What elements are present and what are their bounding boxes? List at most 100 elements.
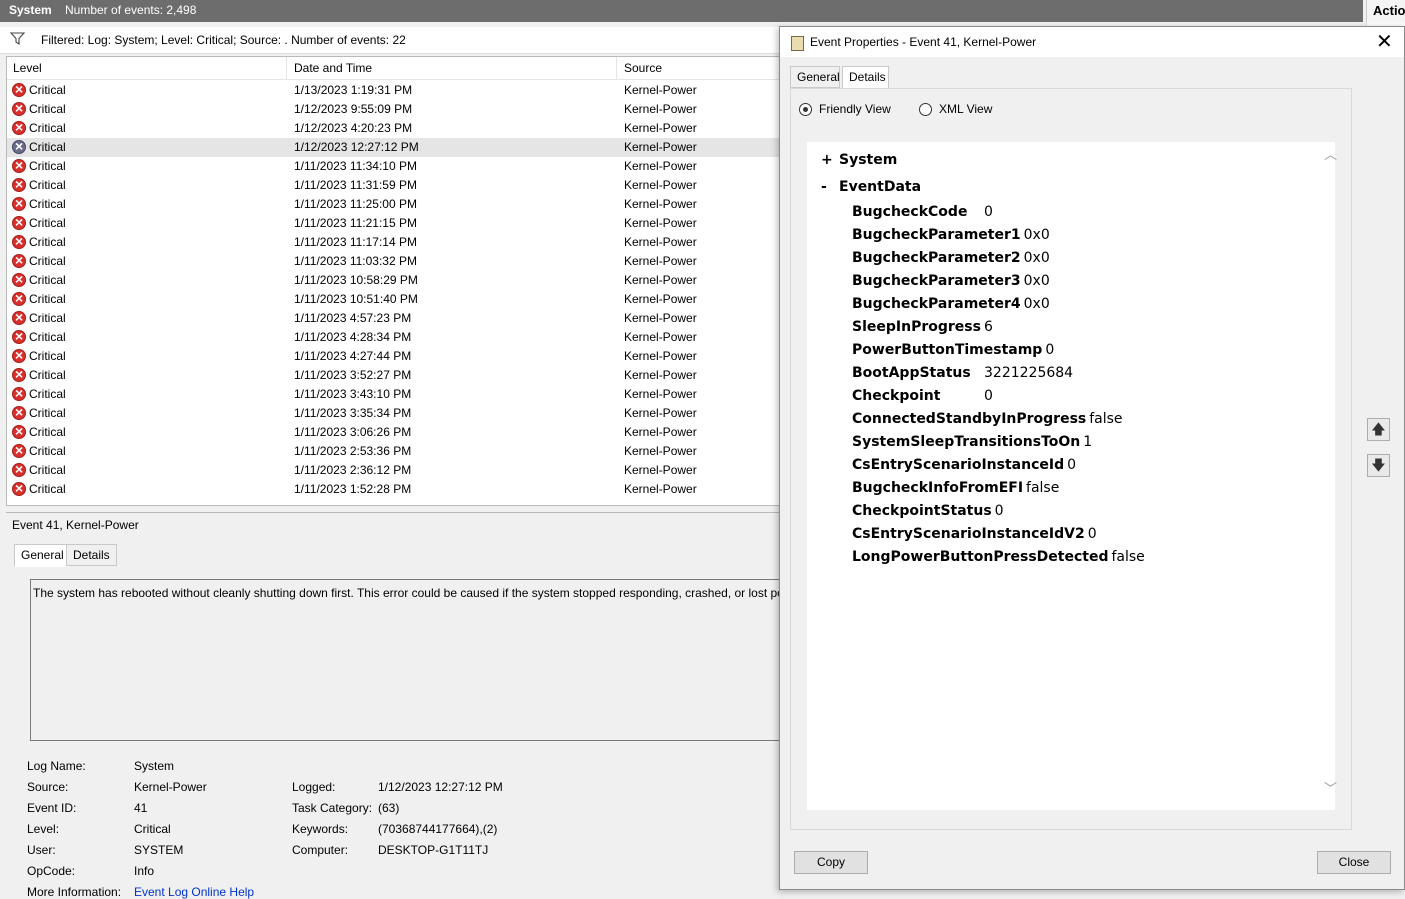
tab-general[interactable]: General <box>790 66 840 88</box>
table-row[interactable]: Critical 1/11/2023 11:21:15 PM Kernel-Powe… <box>7 214 781 233</box>
table-row[interactable]: Critical 1/12/2023 4:20:23 PM Kernel-Power <box>7 119 781 138</box>
table-row[interactable]: Critical 1/11/2023 3:06:26 PM Kernel-Power <box>7 423 781 442</box>
property-label: Task Category: <box>292 801 373 815</box>
close-button[interactable]: Close <box>1317 851 1391 874</box>
close-icon[interactable]: ✕ <box>1376 29 1393 54</box>
field-value: 0x0 <box>1023 250 1050 266</box>
critical-error-icon <box>12 233 26 249</box>
column-datetime[interactable]: Date and Time <box>294 61 372 75</box>
table-row[interactable]: Critical 1/11/2023 11:31:59 PM Kernel-Powe… <box>7 176 781 195</box>
description-text: The system has rebooted without cleanly … <box>33 586 784 600</box>
actions-pane-tab[interactable]: Action <box>1366 0 1405 22</box>
online-help-link[interactable]: Event Log Online Help <box>134 885 254 899</box>
table-row[interactable]: Critical 1/11/2023 2:53:36 PM Kernel-Power <box>7 442 781 461</box>
cell-source: Kernel-Power <box>624 254 697 268</box>
event-description[interactable]: The system has rebooted without cleanly … <box>30 579 791 741</box>
critical-error-icon <box>12 119 26 135</box>
cell-datetime: 1/11/2023 1:52:28 PM <box>294 482 412 496</box>
critical-error-icon <box>12 309 26 325</box>
cell-source: Kernel-Power <box>624 216 697 230</box>
cell-datetime: 1/11/2023 11:25:00 PM <box>294 197 417 211</box>
table-row[interactable]: Critical 1/11/2023 3:52:27 PM Kernel-Power <box>7 366 781 385</box>
cell-datetime: 1/11/2023 3:06:26 PM <box>294 425 412 439</box>
cell-source: Kernel-Power <box>624 406 697 420</box>
table-row[interactable]: Critical 1/11/2023 3:43:10 PM Kernel-Power <box>7 385 781 404</box>
cell-source: Kernel-Power <box>624 159 697 173</box>
field-key: BootAppStatus <box>852 365 971 381</box>
critical-error-icon <box>12 157 26 173</box>
previous-event-button[interactable]: 🡅 <box>1367 418 1390 441</box>
cell-level: Critical <box>29 197 66 211</box>
cell-level: Critical <box>29 140 66 154</box>
critical-error-icon <box>12 328 26 344</box>
cell-datetime: 1/11/2023 2:53:36 PM <box>294 444 412 458</box>
copy-button[interactable]: Copy <box>794 851 868 874</box>
column-level[interactable]: Level <box>13 61 42 75</box>
table-row[interactable]: Critical 1/11/2023 4:27:44 PM Kernel-Power <box>7 347 781 366</box>
table-row[interactable]: Critical 1/11/2023 4:28:34 PM Kernel-Power <box>7 328 781 347</box>
eventdata-field: BootAppStatus 3221225684 <box>852 365 1073 381</box>
cell-level: Critical <box>29 102 66 116</box>
cell-level: Critical <box>29 349 66 363</box>
table-row[interactable]: Critical 1/11/2023 11:25:00 PM Kernel-Powe… <box>7 195 781 214</box>
cell-source: Kernel-Power <box>624 235 697 249</box>
cell-source: Kernel-Power <box>624 330 697 344</box>
critical-error-icon <box>12 461 26 477</box>
tab-details[interactable]: Details <box>842 66 889 89</box>
field-key: BugcheckParameter2 <box>852 250 1021 266</box>
expand-system-toggle[interactable]: + <box>821 152 833 168</box>
cell-datetime: 1/11/2023 11:21:15 PM <box>294 216 417 230</box>
cell-datetime: 1/11/2023 3:52:27 PM <box>294 368 412 382</box>
critical-error-icon <box>12 404 26 420</box>
table-row[interactable]: Critical 1/11/2023 11:03:32 PM Kernel-Powe… <box>7 252 781 271</box>
cell-datetime: 1/11/2023 3:35:34 PM <box>294 406 412 420</box>
property-label: OpCode: <box>27 864 76 878</box>
cell-source: Kernel-Power <box>624 482 697 496</box>
tree-node-eventdata[interactable]: EventData <box>839 179 921 195</box>
table-row[interactable]: Critical 1/11/2023 3:35:34 PM Kernel-Power <box>7 404 781 423</box>
table-row[interactable]: Critical 1/11/2023 11:34:10 PM Kernel-Powe… <box>7 157 781 176</box>
table-row[interactable]: Critical 1/11/2023 2:36:12 PM Kernel-Power <box>7 461 781 480</box>
table-rows: Critical 1/13/2023 1:19:31 PM Kernel-Power… <box>7 81 781 499</box>
critical-error-icon <box>12 347 26 363</box>
cell-source: Kernel-Power <box>624 140 697 154</box>
cell-datetime: 1/12/2023 9:55:09 PM <box>294 102 413 116</box>
field-value: false <box>1089 411 1123 427</box>
next-event-button[interactable]: 🡇 <box>1367 454 1390 477</box>
cell-source: Kernel-Power <box>624 368 697 382</box>
cell-datetime: 1/12/2023 12:27:12 PM <box>294 140 419 154</box>
field-key: CsEntryScenarioInstanceId <box>852 457 1065 473</box>
log-header-bar: System Number of events: 2,498 <box>0 0 1363 22</box>
cell-source: Kernel-Power <box>624 463 697 477</box>
arrow-down-icon: 🡇 <box>1371 457 1386 473</box>
tab-general[interactable]: General <box>14 544 71 567</box>
scroll-up-icon[interactable]: ︿ <box>1324 144 1337 163</box>
eventdata-field: PowerButtonTimestamp 0 <box>852 342 1054 358</box>
friendly-view[interactable]: + System - EventData BugcheckCode 0 Bugche… <box>807 142 1337 810</box>
property-label: User: <box>27 843 56 857</box>
collapse-eventdata-toggle[interactable]: - <box>821 179 827 195</box>
table-row[interactable]: Critical 1/11/2023 11:17:14 PM Kernel-Powe… <box>7 233 781 252</box>
field-key: SleepInProgress <box>852 319 981 335</box>
eventdata-field: SystemSleepTransitionsToOn 1 <box>852 434 1092 450</box>
critical-error-icon <box>12 195 26 211</box>
table-row[interactable]: Critical 1/12/2023 9:55:09 PM Kernel-Power <box>7 100 781 119</box>
table-row[interactable]: Critical 1/13/2023 1:19:31 PM Kernel-Power <box>7 81 781 100</box>
tree-node-system[interactable]: System <box>839 152 897 168</box>
property-value: SYSTEM <box>134 843 184 857</box>
scroll-down-icon[interactable]: ﹀ <box>1324 778 1337 797</box>
cell-level: Critical <box>29 159 66 173</box>
cell-level: Critical <box>29 216 66 230</box>
table-row[interactable]: Critical 1/11/2023 10:51:40 PM Kernel-Powe… <box>7 290 781 309</box>
table-row[interactable]: Critical 1/11/2023 10:58:29 PM Kernel-Powe… <box>7 271 781 290</box>
critical-error-icon <box>12 423 26 439</box>
field-value: 0x0 <box>1023 273 1050 289</box>
field-value: 0 <box>1067 457 1077 473</box>
table-row[interactable]: Critical 1/11/2023 1:52:28 PM Kernel-Power <box>7 480 781 499</box>
tab-details[interactable]: Details <box>66 544 117 566</box>
eventdata-field: Checkpoint 0 <box>852 388 993 404</box>
table-row[interactable]: Critical 1/11/2023 4:57:23 PM Kernel-Power <box>7 309 781 328</box>
column-source[interactable]: Source <box>624 61 662 75</box>
table-row[interactable]: Critical 1/12/2023 12:27:12 PM Kernel-Powe… <box>7 138 781 157</box>
field-key: Checkpoint <box>852 388 941 404</box>
